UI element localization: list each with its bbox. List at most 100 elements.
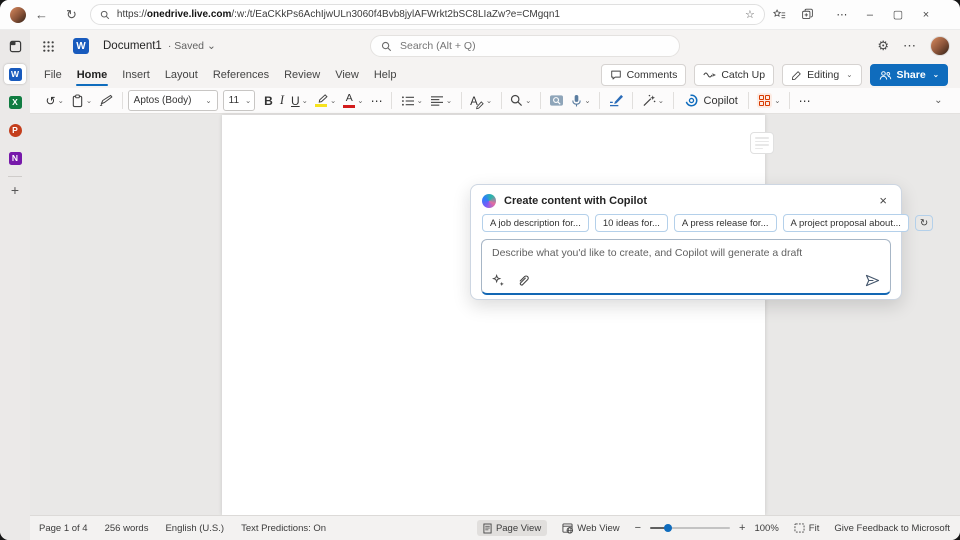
tab-file[interactable]: File [43, 65, 63, 85]
tab-review[interactable]: Review [283, 65, 321, 85]
fit-button[interactable]: Fit [788, 520, 826, 536]
font-overflow-button[interactable]: ⋯ [367, 90, 386, 112]
browser-menu-icon[interactable]: ⋯ [829, 8, 855, 21]
comments-button[interactable]: Comments [601, 64, 687, 86]
font-name-select[interactable]: Aptos (Body)⌄ [128, 90, 218, 111]
bookmark-star-icon[interactable]: ☆ [745, 8, 755, 21]
refresh-icon[interactable]: ↻ [57, 7, 86, 23]
document-page[interactable]: Create content with Copilot × A job desc… [222, 115, 765, 515]
address-bar[interactable]: https://onedrive.live.com/:w:/t/EaCKkPs6… [90, 4, 765, 25]
sidebar-add-button[interactable]: + [11, 185, 19, 195]
tab-view[interactable]: View [334, 65, 360, 85]
refresh-suggestions-button[interactable]: ↻ [915, 215, 933, 231]
text-predictions[interactable]: Text Predictions: On [241, 523, 326, 534]
autoformat-button[interactable]: ⌄ [638, 90, 667, 112]
close-button[interactable]: × [913, 9, 939, 21]
undo-button[interactable]: ↺⌄ [42, 90, 67, 112]
chip-job-description[interactable]: A job description for... [482, 214, 589, 232]
italic-button[interactable]: I [276, 90, 287, 112]
tab-references[interactable]: References [212, 65, 270, 85]
add-ins-button[interactable]: ⌄ [754, 90, 784, 112]
close-icon[interactable]: × [876, 193, 890, 208]
chip-project-proposal[interactable]: A project proposal about... [783, 214, 909, 232]
highlight-button[interactable]: ⌄ [311, 90, 339, 112]
paste-button[interactable]: ⌄ [67, 90, 95, 112]
chevron-down-icon: ⌄ [846, 71, 852, 79]
sparkle-icon[interactable] [492, 274, 505, 287]
align-button[interactable]: ⌄ [426, 90, 455, 112]
zoom-slider[interactable] [650, 527, 730, 529]
tab-help[interactable]: Help [373, 65, 398, 85]
toolbar-overflow-button[interactable]: ⋯ [795, 90, 814, 112]
styles-button[interactable]: A ⌄ [467, 90, 496, 112]
editor-button[interactable] [605, 90, 627, 112]
settings-gear-icon[interactable]: ⚙ [877, 38, 889, 54]
find-button[interactable]: ⌄ [507, 90, 535, 112]
zoom-slider-thumb[interactable] [664, 524, 672, 532]
sidebar-item-powerpoint[interactable]: P [4, 120, 26, 140]
status-bar: Page 1 of 4 256 words English (U.S.) Tex… [30, 515, 960, 540]
word-count[interactable]: 256 words [105, 523, 149, 534]
send-icon[interactable] [865, 274, 880, 287]
page-view-button[interactable]: Page View [477, 520, 547, 536]
zoom-out-button[interactable]: − [635, 522, 641, 534]
maximize-button[interactable]: ▢ [885, 8, 911, 21]
copilot-prompt-box[interactable] [481, 239, 891, 295]
bullets-button[interactable]: ⌄ [397, 90, 426, 112]
save-status[interactable]: · Saved ⌄ [168, 40, 216, 52]
header-actions: ⚙ ⋯ [877, 30, 950, 62]
word-app-icon[interactable]: W [73, 38, 89, 54]
favorites-icon[interactable] [773, 8, 799, 21]
status-left: Page 1 of 4 256 words English (U.S.) Tex… [30, 523, 326, 534]
bold-button[interactable]: B [261, 90, 277, 112]
chip-press-release[interactable]: A press release for... [674, 214, 777, 232]
sidebar-item-excel[interactable]: X [4, 92, 26, 112]
search-box[interactable] [370, 35, 680, 57]
zoom-level[interactable]: 100% [754, 523, 778, 534]
font-size-select[interactable]: 11⌄ [223, 90, 255, 111]
browser-profile-avatar[interactable] [10, 7, 26, 23]
collections-icon[interactable] [801, 8, 827, 21]
search-input[interactable] [400, 40, 640, 52]
app-launcher-icon[interactable] [40, 38, 57, 55]
copilot-prompt-input[interactable] [482, 240, 890, 272]
share-button[interactable]: Share ⌄ [870, 64, 948, 86]
tab-home[interactable]: Home [76, 65, 109, 85]
chevron-down-icon: ⌄ [245, 97, 251, 105]
sidebar-item-onenote[interactable]: N [4, 148, 26, 168]
editor-pen-icon [609, 94, 624, 107]
font-color-button[interactable]: A ⌄ [340, 90, 367, 112]
search-icon [100, 10, 110, 20]
zoom-in-button[interactable]: + [739, 522, 745, 534]
user-avatar[interactable] [930, 36, 950, 56]
attach-paperclip-icon[interactable] [517, 274, 529, 287]
feedback-link[interactable]: Give Feedback to Microsoft [834, 523, 950, 534]
sidebar-divider [8, 176, 22, 177]
chevron-down-icon: ⌄ [934, 96, 942, 106]
comment-icon [610, 69, 622, 81]
page-count[interactable]: Page 1 of 4 [39, 523, 88, 534]
document-title[interactable]: Document1 [103, 40, 162, 52]
tab-insert[interactable]: Insert [121, 65, 151, 85]
format-painter-button[interactable] [96, 90, 117, 112]
underline-button[interactable]: U⌄ [288, 90, 312, 112]
dictate-button[interactable]: ⌄ [568, 90, 594, 112]
sidebar-item-window[interactable] [4, 36, 26, 56]
margin-comment-card[interactable] [750, 132, 774, 154]
header-more-icon[interactable]: ⋯ [903, 38, 916, 54]
minimize-button[interactable]: – [857, 9, 883, 21]
language[interactable]: English (U.S.) [165, 523, 224, 534]
immersive-reader-button[interactable] [546, 90, 568, 112]
browser-window: ← ↻ https://onedrive.live.com/:w:/t/EaCK… [0, 0, 960, 540]
web-view-button[interactable]: Web View [556, 520, 625, 536]
editing-mode-button[interactable]: Editing ⌄ [782, 64, 861, 86]
chip-ideas[interactable]: 10 ideas for... [595, 214, 668, 232]
ribbon-collapse-button[interactable]: ⌄ [929, 90, 946, 112]
back-icon[interactable]: ← [26, 7, 57, 22]
word-icon: W [9, 68, 22, 81]
catch-up-button[interactable]: Catch Up [694, 64, 774, 86]
sidebar-item-word[interactable]: W [4, 64, 26, 84]
tab-layout[interactable]: Layout [164, 65, 199, 85]
reader-icon [549, 94, 564, 107]
copilot-button[interactable]: Copilot [679, 93, 743, 108]
